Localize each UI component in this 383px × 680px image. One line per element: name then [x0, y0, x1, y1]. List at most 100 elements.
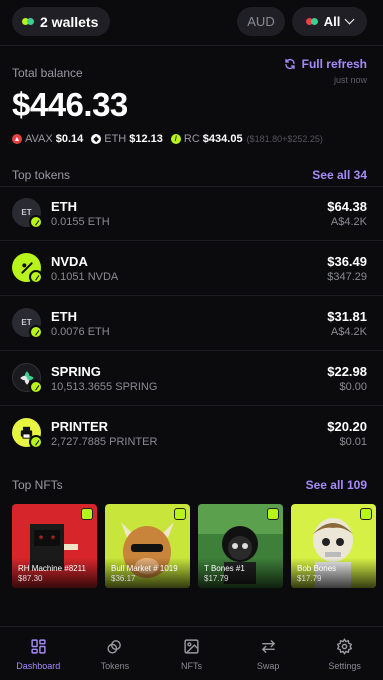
token-name: PRINTER — [51, 419, 109, 434]
token-row[interactable]: SPRING 10,513.3655 SPRING $22.98 $0.00 — [0, 351, 383, 406]
token-price: $0.00 — [339, 381, 367, 393]
top-nfts-header: Top NFTs See all 109 — [12, 478, 367, 492]
nft-price: $17.79 — [297, 574, 322, 583]
token-row[interactable]: PRINTER 2,727.7885 PRINTER $20.20 $0.01 — [0, 406, 383, 461]
token-price: A$4.2K — [330, 326, 367, 338]
chain-eth: ◆ ETH $12.13 — [91, 133, 163, 145]
filter-label: All — [323, 14, 341, 29]
swap-icon — [261, 640, 275, 653]
token-amount: 0.0076 ETH — [51, 326, 110, 338]
wallets-label: 2 wallets — [40, 13, 99, 30]
chain-avax: ▲ AVAX $0.14 — [12, 133, 83, 145]
chain-breakdown: ▲ AVAX $0.14 ◆ ETH $12.13 / RC $434.05 (… — [12, 133, 331, 145]
nft-name: RH Machine #8211 — [18, 564, 86, 573]
nav-settings[interactable]: Settings — [306, 627, 383, 680]
chain-breakdown-detail: ($181.80+$252.25) — [246, 134, 323, 144]
token-value: $64.38 — [327, 199, 367, 214]
token-list: ET ETH 0.0155 ETH $64.38 A$4.2K NVDA 0.1… — [0, 186, 383, 461]
chain-value: $12.13 — [129, 133, 163, 145]
chain-badge-icon — [29, 215, 43, 229]
nft-card[interactable]: * * RH Machine #8211 $87.30 — [12, 504, 97, 588]
token-amount: 0.0155 ETH — [51, 216, 110, 228]
nav-label: Settings — [328, 661, 361, 671]
avax-icon: ▲ — [12, 134, 22, 144]
nft-carousel[interactable]: * * RH Machine #8211 $87.30 Bull Market … — [12, 504, 383, 590]
token-value: $36.49 — [327, 254, 367, 269]
nav-label: Tokens — [100, 661, 130, 671]
token-amount: 2,727.7885 PRINTER — [51, 436, 158, 448]
token-name: ETH — [51, 199, 77, 214]
see-all-tokens-link[interactable]: See all 34 — [312, 168, 367, 182]
token-name: ETH — [51, 309, 77, 324]
tokens-icon — [107, 640, 122, 654]
top-tokens-header: Top tokens See all 34 — [12, 168, 367, 182]
refresh-icon — [284, 58, 295, 70]
bottom-nav: Dashboard Tokens NFTs Swap Settings — [0, 626, 383, 680]
chain-badge-icon — [29, 380, 43, 394]
top-tokens-title: Top tokens — [12, 168, 71, 182]
chain-filter-dropdown[interactable]: All — [292, 7, 367, 36]
see-all-nfts-link[interactable]: See all 109 — [306, 478, 367, 492]
token-name: NVDA — [51, 254, 88, 269]
chain-badge-icon — [267, 508, 279, 520]
currency-label: AUD — [247, 14, 275, 29]
nav-tokens[interactable]: Tokens — [77, 627, 154, 680]
nav-swap[interactable]: Swap — [230, 627, 307, 680]
nav-label: Dashboard — [16, 661, 61, 671]
chevron-down-icon — [344, 14, 355, 25]
total-balance-value: $446.33 — [12, 86, 128, 123]
nft-name: Bob Bones — [297, 564, 337, 573]
chain-badge-icon — [81, 508, 93, 520]
chain-badge-icon — [360, 508, 372, 520]
svg-text:* *: * * — [38, 534, 56, 545]
top-nfts-title: Top NFTs — [12, 478, 63, 492]
chain-name: AVAX — [25, 133, 53, 145]
top-bar: 2 wallets AUD All — [0, 0, 383, 44]
chain-badge-icon — [29, 325, 43, 339]
token-price: $347.29 — [327, 271, 367, 283]
eth-icon: ◆ — [91, 134, 102, 144]
token-row[interactable]: ET ETH 0.0155 ETH $64.38 A$4.2K — [0, 186, 383, 241]
header-divider — [0, 45, 383, 46]
wallet-dots-icon — [22, 18, 34, 25]
nft-caption-shade — [105, 558, 190, 588]
chain-badge-icon — [174, 508, 186, 520]
token-value: $31.81 — [327, 309, 367, 324]
nft-caption-shade — [12, 558, 97, 588]
token-name: SPRING — [51, 364, 101, 379]
chain-badge-icon — [29, 435, 43, 449]
chain-value: $0.14 — [55, 133, 84, 145]
token-row[interactable]: NVDA 0.1051 NVDA $36.49 $347.29 — [0, 241, 383, 296]
refresh-timestamp: just now — [333, 75, 367, 85]
nft-caption-shade — [291, 558, 376, 588]
nft-name: T Bones #1 — [204, 564, 245, 573]
token-row[interactable]: ET ETH 0.0076 ETH $31.81 A$4.2K — [0, 296, 383, 351]
chain-dots-icon — [305, 18, 318, 25]
gear-icon — [336, 638, 353, 655]
nft-price: $87.30 — [18, 574, 43, 583]
nft-card[interactable]: T Bones #1 $17.79 — [198, 504, 283, 588]
nft-price: $17.79 — [204, 574, 229, 583]
nft-name: Bull Market # 1019 — [111, 564, 178, 573]
chain-value: $434.05 — [202, 133, 243, 145]
nav-label: NFTs — [180, 661, 202, 671]
wallets-selector[interactable]: 2 wallets — [12, 7, 111, 36]
chain-name: ETH — [104, 133, 127, 145]
rc-icon: / — [170, 134, 181, 144]
token-value: $22.98 — [327, 364, 367, 379]
chain-name: RC — [183, 133, 200, 145]
chain-badge-icon — [29, 270, 43, 284]
nav-nfts[interactable]: NFTs — [153, 627, 230, 680]
nav-dashboard[interactable]: Dashboard — [0, 627, 77, 680]
full-refresh-button[interactable]: Full refresh — [284, 57, 367, 71]
chain-rc: / RC $434.05 ($181.80+$252.25) — [170, 133, 323, 145]
nft-card[interactable]: Bob Bones $17.79 — [291, 504, 376, 588]
dashboard-icon — [31, 639, 46, 654]
token-amount: 10,513.3655 SPRING — [51, 381, 158, 393]
nft-caption-shade — [198, 558, 283, 588]
total-balance-label: Total balance — [12, 66, 83, 80]
currency-selector[interactable]: AUD — [237, 7, 285, 36]
token-price: A$4.2K — [330, 216, 367, 228]
image-icon — [184, 639, 199, 654]
nft-card[interactable]: Bull Market # 1019 $36.17 — [105, 504, 190, 588]
